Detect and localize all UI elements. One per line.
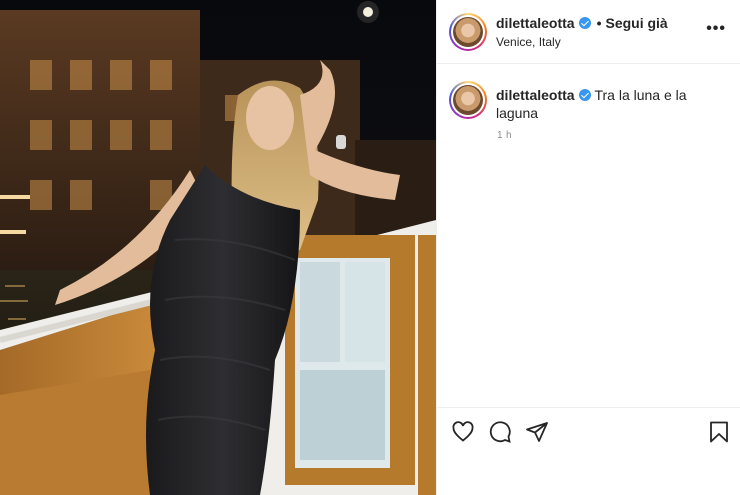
comment-icon[interactable] — [488, 420, 514, 446]
header-user-line: dilettaleotta • Segui già — [496, 15, 668, 31]
caption-text: dilettaleotta Tra la luna e la laguna — [496, 86, 726, 122]
follow-status-button[interactable]: Segui già — [605, 15, 667, 31]
caption-username-link[interactable]: dilettaleotta — [496, 87, 575, 103]
action-bar — [437, 407, 740, 457]
photo-illustration — [0, 0, 436, 495]
verified-badge-icon — [578, 89, 591, 101]
location-link[interactable]: Venice, Italy — [496, 35, 561, 49]
post-header: dilettaleotta • Segui già Venice, Italy ••… — [437, 0, 740, 64]
verified-badge-icon — [578, 17, 591, 29]
post-details-panel: dilettaleotta • Segui già Venice, Italy ••… — [436, 0, 740, 495]
more-options-icon[interactable]: ••• — [706, 20, 726, 38]
username-link[interactable]: dilettaleotta — [496, 15, 575, 31]
like-heart-icon[interactable] — [451, 420, 477, 446]
caption-avatar[interactable] — [449, 81, 487, 119]
post-photo[interactable] — [0, 0, 436, 495]
caption-comment: dilettaleotta Tra la luna e la laguna — [437, 64, 740, 164]
avatar[interactable] — [449, 13, 487, 51]
separator-dot: • — [596, 15, 602, 31]
post-timestamp[interactable]: 1 h — [497, 130, 512, 141]
save-bookmark-icon[interactable] — [707, 420, 733, 446]
share-plane-icon[interactable] — [525, 420, 551, 446]
